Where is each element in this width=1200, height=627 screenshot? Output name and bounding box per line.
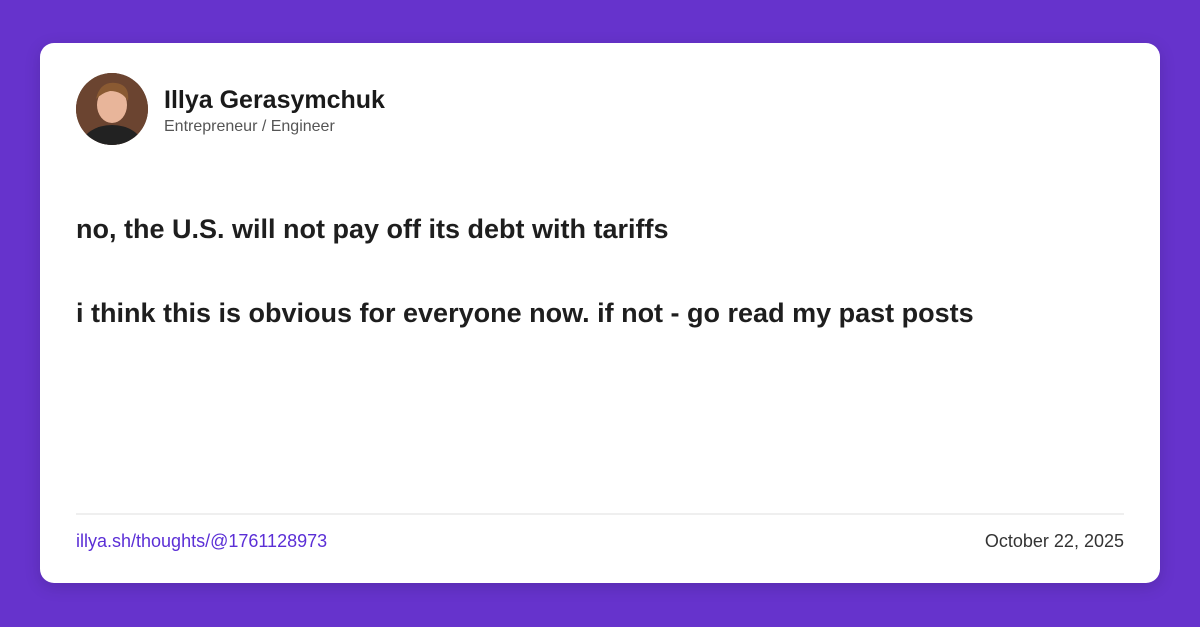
divider [76,513,1124,515]
post-line: i think this is obvious for everyone now… [76,298,974,328]
post-line: no, the U.S. will not pay off its debt w… [76,214,669,244]
post-card: Illya Gerasymchuk Entrepreneur / Enginee… [40,43,1160,583]
author-name: Illya Gerasymchuk [164,86,385,114]
post-link[interactable]: illya.sh/thoughts/@1761128973 [76,531,327,552]
author-role: Entrepreneur / Engineer [164,118,335,135]
author-avatar [76,73,148,145]
post-date: October 22, 2025 [984,531,1124,551]
post-body: no, the U.S. will not pay off its debt w… [76,208,974,376]
